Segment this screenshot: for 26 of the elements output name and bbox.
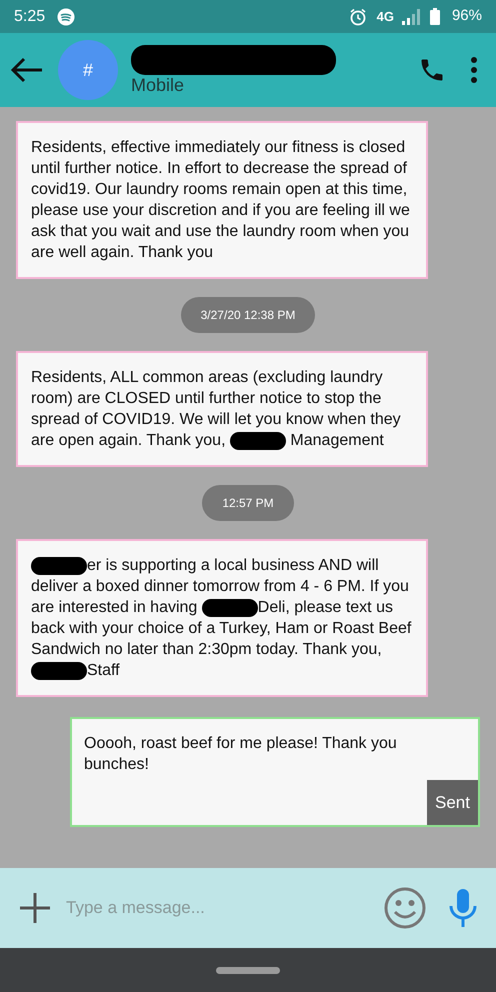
emoji-icon[interactable] bbox=[384, 887, 426, 929]
more-options-icon[interactable] bbox=[470, 56, 478, 84]
home-handle[interactable] bbox=[216, 966, 280, 974]
music-app-icon bbox=[57, 8, 76, 26]
timestamp: 3/27/20 12:38 PM bbox=[180, 297, 316, 333]
battery-icon bbox=[430, 8, 440, 25]
redaction-mark bbox=[230, 432, 286, 450]
sent-status: Sent bbox=[427, 780, 478, 825]
alarm-icon bbox=[348, 8, 367, 26]
contact-avatar: # bbox=[58, 40, 118, 100]
battery-percent: 96% bbox=[452, 6, 482, 26]
status-time: 5:25 bbox=[14, 6, 46, 26]
contact-type: Mobile bbox=[131, 75, 186, 95]
signal-icon bbox=[400, 8, 420, 24]
message-text: er is supporting a local business AND will deliver a boxed dinner tomorrow from 4 - 6 PM. If you are interested in having Deli, please text us back with your choice of a Turkey, Ham or Roast Beef Sandwich no later than 2:30pm today. Thank you, Staff bbox=[31, 556, 412, 681]
redaction-mark bbox=[31, 662, 87, 680]
network-type: 4G bbox=[376, 10, 394, 23]
message-text: Residents, effective immediately our fitness is closed until further notice. In effort to decrease the spread of covid19. Our laundry rooms remain open at this time, please use your discretion and if you are feeling ill we ask that you wait and use the laundry room when you are well again. Thank you bbox=[31, 138, 411, 263]
microphone-icon[interactable] bbox=[448, 888, 478, 928]
back-arrow-icon[interactable] bbox=[10, 57, 44, 83]
add-icon[interactable] bbox=[18, 891, 52, 925]
redaction-mark bbox=[31, 556, 87, 575]
timestamp: 12:57 PM bbox=[202, 485, 294, 521]
message-text: Residents, ALL common areas (excluding laundry room) are CLOSED until further notice to stop the spread of COVID19. We will let you know when they are open again. Thank you, Management bbox=[31, 368, 402, 451]
message-text: Ooooh, roast beef for me please! Thank you bunches! bbox=[84, 734, 398, 775]
redaction-mark bbox=[202, 598, 258, 617]
